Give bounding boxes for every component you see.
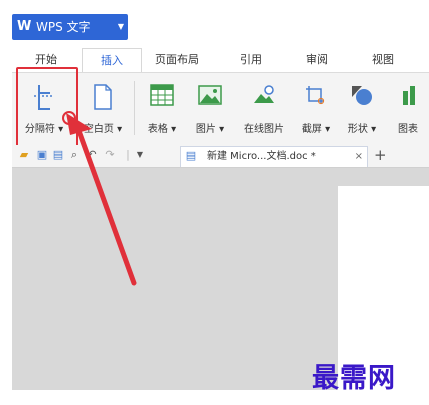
- annotation-arrow: [62, 111, 137, 286]
- watermark-text: 最需网: [312, 363, 396, 394]
